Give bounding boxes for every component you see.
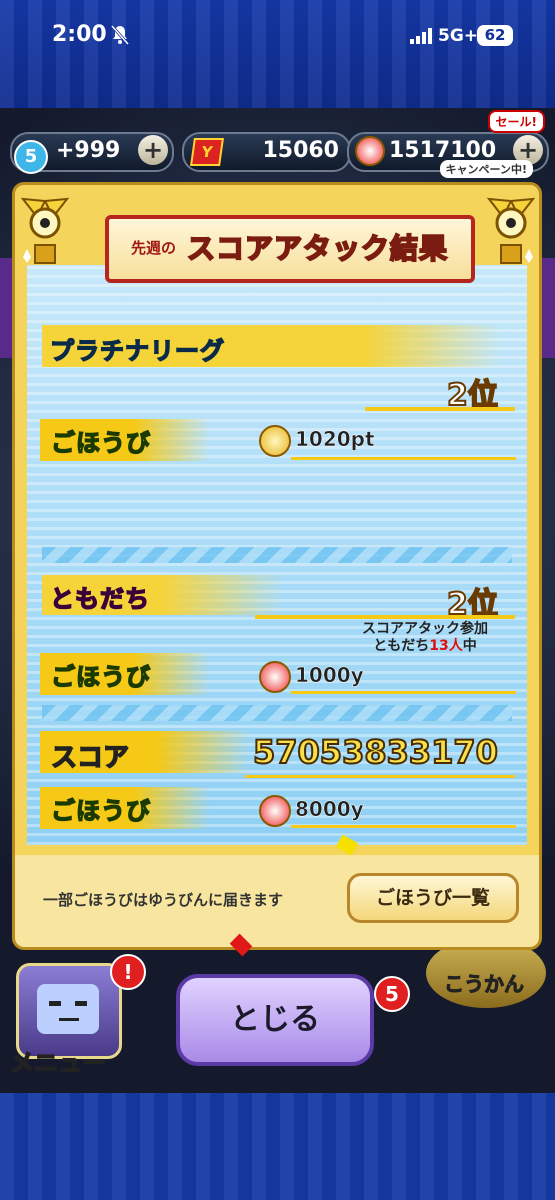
- score-reward-label: ごほうび: [50, 796, 151, 826]
- friends-reward-value: 1000y: [295, 663, 364, 688]
- bottom-frame: [0, 1093, 555, 1200]
- friends-rank-underline: [255, 615, 515, 619]
- friends-reward-label: ごほうび: [50, 662, 151, 692]
- y-money-icon: [355, 136, 385, 166]
- status-bar: 2:00 5G+ 62: [0, 0, 555, 70]
- score-reward-value: 8000y: [295, 797, 364, 822]
- left-trophy-icon: [20, 197, 70, 264]
- score-label: スコア: [50, 742, 130, 774]
- friends-info-line2: ともだち13人中: [373, 638, 477, 654]
- y-points-icon: Y: [190, 138, 224, 166]
- points-medal-icon: [259, 425, 291, 457]
- friends-info: スコアアタック参加 ともだち13人中: [335, 621, 515, 655]
- menu-label[interactable]: メニュー: [9, 1043, 107, 1078]
- exchange-label[interactable]: こうかん: [444, 968, 525, 997]
- status-time: 2:00: [52, 22, 107, 47]
- signal-icon: [410, 28, 432, 44]
- close-button[interactable]: とじる: [176, 974, 374, 1066]
- battery-icon: 62: [477, 25, 513, 46]
- y-money-coin-icon: [259, 661, 291, 693]
- friends-bar: ともだち: [42, 575, 282, 615]
- y-points-pill: Y 15060: [182, 132, 351, 172]
- network-type: 5G+: [438, 26, 479, 46]
- league-reward-underline: [291, 457, 516, 460]
- exchange-badge: 5: [374, 976, 410, 1012]
- friends-count: 13人: [429, 638, 463, 654]
- friends-reward-underline: [291, 691, 516, 694]
- friends-label: ともだち: [49, 584, 150, 614]
- modal-footer: 一部ごほうびはゆうびんに届きます ごほうび一覧: [15, 855, 539, 947]
- league-reward-value: 1020pt: [295, 427, 375, 452]
- score-value: 57053833170: [252, 732, 499, 772]
- score-attack-result-modal: 先週の スコアアタック結果 プラチナリーグ 2位 ごほうび 1020pt ともだ…: [12, 182, 542, 950]
- league-rank-underline: [365, 407, 515, 411]
- league-label: プラチナリーグ: [49, 336, 225, 366]
- reward-list-button[interactable]: ごほうび一覧: [347, 873, 519, 923]
- y-money-coin-icon-2: [259, 795, 291, 827]
- sale-tag[interactable]: セール!: [487, 110, 545, 133]
- friends-info-line1: スコアアタック参加: [362, 621, 488, 637]
- modal-title: スコアアタック結果: [186, 231, 449, 266]
- league-reward-label: ごほうび: [50, 428, 151, 458]
- right-trophy-icon: [486, 197, 536, 264]
- menu-alert-badge: !: [110, 954, 146, 990]
- title-banner: 先週の スコアアタック結果: [105, 215, 475, 283]
- stamina-icon: 5: [14, 140, 48, 174]
- section-divider-2: [42, 705, 512, 721]
- bell-off-icon: [110, 25, 130, 45]
- stamina-pill: 5 +999 +: [10, 132, 174, 174]
- stamina-bonus: +999: [56, 138, 121, 163]
- y-points-value: 15060: [262, 138, 339, 163]
- score-reward-underline: [291, 825, 516, 828]
- title-prefix: 先週の: [131, 239, 177, 257]
- footer-note: 一部ごほうびはゆうびんに届きます: [43, 891, 284, 909]
- campaign-tag: キャンペーン中!: [439, 160, 533, 178]
- score-underline: [245, 775, 515, 778]
- section-divider: [42, 547, 512, 563]
- stamina-plus-button[interactable]: +: [138, 135, 168, 165]
- league-bar: プラチナリーグ: [42, 325, 502, 367]
